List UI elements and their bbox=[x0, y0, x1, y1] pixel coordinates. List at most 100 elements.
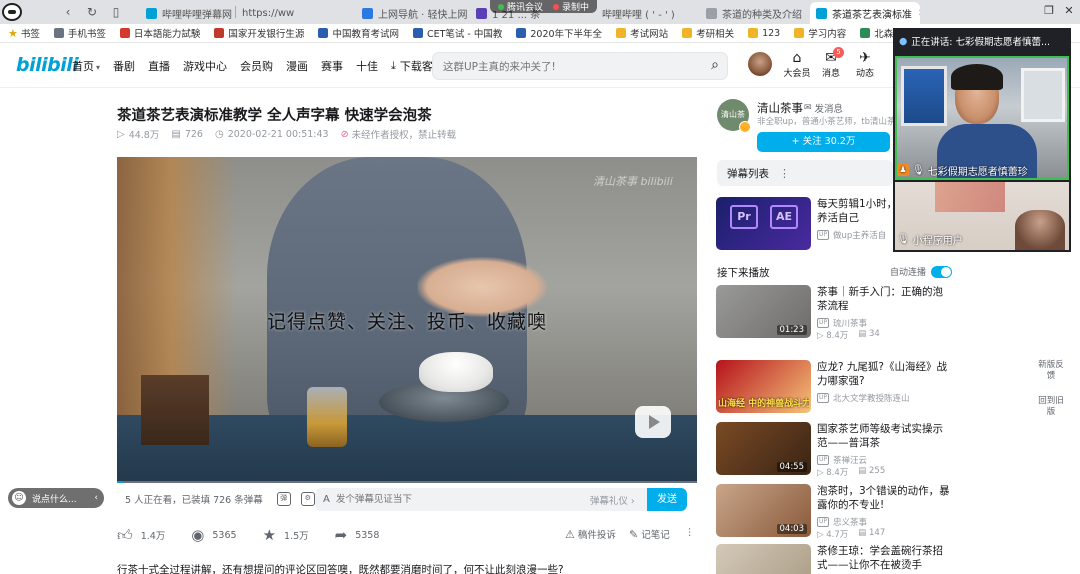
video-thumbnail[interactable]: 04:03 bbox=[716, 484, 811, 537]
up-badge-icon: UP bbox=[817, 455, 830, 465]
tab-tea-types[interactable]: 茶道的种类及介绍 bbox=[700, 2, 808, 24]
back-icon[interactable]: ‹ bbox=[60, 4, 76, 20]
tab-url[interactable]: https://ww bbox=[236, 2, 348, 24]
recommendation-author[interactable]: UP 北大文学教授陈连山 bbox=[817, 392, 910, 404]
danmaku-bar: 5 人正在看，已装填 726 条弹幕 弹 ⚙ A 弹幕礼仪 › 发送 bbox=[117, 484, 697, 514]
bookmark-item[interactable]: 考研相关 bbox=[682, 26, 734, 40]
bookmark-item[interactable]: 学习内容 bbox=[794, 26, 846, 40]
browser-logo-icon[interactable] bbox=[2, 3, 22, 21]
bookmark-item[interactable]: 123 bbox=[748, 28, 780, 39]
messages-button[interactable]: ✉ 5 消息 bbox=[816, 47, 846, 79]
danmaku-count: ▤ 147 bbox=[858, 528, 885, 540]
star-icon: ★ bbox=[262, 526, 277, 544]
dynamic-button[interactable]: ✈ 动态 bbox=[850, 50, 880, 79]
refresh-icon[interactable]: ↻ bbox=[84, 4, 100, 20]
danmaku-count: ▤ 726 bbox=[171, 128, 203, 140]
recommendation-author[interactable]: UP 茶禅汪云 bbox=[817, 454, 867, 466]
nav-anime[interactable]: 番剧 bbox=[113, 58, 135, 74]
chat-pill[interactable]: ☺ 说点什么... ‹ bbox=[8, 488, 104, 508]
tab-bilibili-2[interactable]: 哔哩哔哩 ( ' - ' ) bbox=[596, 2, 696, 24]
view-count-value: 4.7万 bbox=[826, 530, 849, 540]
autoplay-control[interactable]: 自动连播 bbox=[890, 265, 953, 278]
follow-button[interactable]: + 关注 30.2万 bbox=[757, 132, 890, 152]
nav-live[interactable]: 直播 bbox=[148, 58, 170, 74]
video-thumbnail[interactable] bbox=[716, 544, 811, 574]
tab-bilibili-home[interactable]: 哔哩哔哩弹幕网 bbox=[140, 2, 234, 24]
favorite-button[interactable]: ★ 1.5万 bbox=[263, 526, 309, 544]
bookmark-item[interactable]: 手机书签 bbox=[53, 26, 106, 40]
like-button[interactable]: 👍︎ 1.4万 bbox=[117, 526, 165, 545]
video-player[interactable]: 清山茶事 bilibili 记得点赞、关注、投币、收藏噢 bbox=[117, 157, 697, 483]
report-button[interactable]: ⚠ 稿件投诉 bbox=[565, 527, 616, 542]
coin-button[interactable]: ◉ 5365 bbox=[191, 526, 236, 544]
nav-mall[interactable]: 会员购 bbox=[240, 58, 273, 74]
close-window-icon[interactable]: ✕ bbox=[1062, 3, 1076, 19]
bookmark-label: 书签 bbox=[20, 29, 40, 40]
recommendation-title[interactable]: 泡茶时，3个错误的动作，暴露你的不专业! bbox=[817, 484, 952, 512]
up-badge-icon: UP bbox=[817, 230, 830, 240]
bookmark-item[interactable]: 2020年下半年全 bbox=[516, 26, 602, 40]
sidebar-icon[interactable]: ▯ bbox=[108, 4, 124, 20]
tab-active-video[interactable]: 茶道茶艺表演标准 ✕ bbox=[810, 2, 920, 24]
search-input[interactable] bbox=[443, 58, 693, 75]
nav-top-ten[interactable]: 十佳 bbox=[356, 58, 378, 74]
bookmark-item[interactable]: 考试网站 bbox=[616, 26, 668, 40]
author-name: 茶禅汪云 bbox=[833, 456, 868, 466]
danmaku-toggle-icon[interactable]: 弹 bbox=[276, 492, 291, 506]
send-danmaku-button[interactable]: 发送 bbox=[647, 488, 687, 511]
danmaku-settings-icon[interactable]: ⚙ bbox=[300, 492, 315, 506]
bookmarks-star-button[interactable]: ★ 书签 bbox=[8, 26, 40, 41]
danmaku-input[interactable] bbox=[335, 490, 576, 509]
video-thumbnail[interactable]: 山海经 中的神兽战斗力 bbox=[716, 360, 811, 413]
more-icon[interactable]: ⋮ bbox=[779, 167, 790, 180]
recommendation-title[interactable]: 应龙? 九尾狐?《山海经》战力哪家强? bbox=[817, 360, 952, 388]
share-button[interactable]: ➦ 5358 bbox=[335, 526, 380, 544]
uploader-name[interactable]: 清山茶事 bbox=[757, 100, 803, 116]
vip-button[interactable]: ⌂ 大会员 bbox=[782, 50, 812, 79]
danmaku-etiquette-link[interactable]: 弹幕礼仪 › bbox=[590, 493, 635, 507]
video-frame-tea-box bbox=[141, 375, 209, 445]
thumbnail-caption: 山海经 中的神兽战斗力 bbox=[718, 399, 809, 409]
bookmark-item[interactable]: 国家开发银行生源 bbox=[214, 26, 304, 40]
recommendation-author[interactable]: UP 忠义茶事 bbox=[817, 516, 867, 528]
notes-button[interactable]: ✎ 记笔记 bbox=[629, 527, 670, 542]
meeting-status-pill[interactable]: 腾讯会议 录制中 bbox=[490, 0, 598, 13]
author-name: 琉川茶事 bbox=[833, 319, 868, 329]
video-watermark: 清山茶事 bilibili bbox=[593, 175, 673, 188]
recommendation-title[interactable]: 茶事｜新手入门：正确的泡茶流程 bbox=[817, 285, 952, 313]
recommendation-stats: ▷ 8.4万 ▤ 255 bbox=[817, 466, 885, 478]
nav-home[interactable]: 首页 ▾ bbox=[72, 58, 100, 74]
back-to-old-version-button[interactable]: 回到旧版 bbox=[1038, 396, 1064, 418]
restore-window-icon[interactable]: ❐ bbox=[1042, 3, 1056, 19]
close-tab-icon[interactable]: ✕ bbox=[918, 8, 920, 19]
video-thumbnail[interactable]: Pr AE bbox=[716, 197, 811, 250]
bookmark-label: 中国教育考试网 bbox=[332, 29, 399, 40]
more-icon[interactable]: ⋮ bbox=[685, 527, 695, 538]
bookmark-item[interactable]: CET笔试 - 中国教 bbox=[412, 26, 502, 40]
send-message-link[interactable]: ✉ 发消息 bbox=[804, 101, 843, 115]
feedback-button[interactable]: 新版反馈 bbox=[1038, 360, 1064, 382]
recommendation-title[interactable]: 国家茶艺师等级考试实操示范——普洱茶 bbox=[817, 422, 952, 450]
video-thumbnail[interactable]: 04:55 bbox=[716, 422, 811, 475]
bookmark-item[interactable]: 中国教育考试网 bbox=[318, 26, 399, 40]
nav-game-center[interactable]: 游戏中心 bbox=[183, 58, 227, 74]
danmaku-style-icon[interactable]: A bbox=[323, 494, 330, 505]
tab-nav-site[interactable]: 上网导航 · 轻快上网 bbox=[356, 2, 468, 24]
nav-esports[interactable]: 赛事 bbox=[321, 58, 343, 74]
video-progress-bar[interactable] bbox=[117, 481, 697, 483]
nav-manga[interactable]: 漫画 bbox=[286, 58, 308, 74]
bilibili-logo[interactable]: bilibili bbox=[16, 54, 79, 76]
autoplay-switch[interactable] bbox=[931, 265, 953, 278]
meeting-video-panel[interactable]: ● 正在讲话: 七彩假期志愿者慎蕾... ♟ 🎙︎ 七彩假期志愿者慎蕾珍 🎙︎ 小… bbox=[893, 28, 1071, 252]
video-thumbnail[interactable]: 01:23 bbox=[716, 285, 811, 338]
search-icon[interactable]: ⌕ bbox=[711, 57, 719, 73]
recommendation-author[interactable]: UP 琉川茶事 bbox=[817, 317, 867, 329]
author-name: 做up主养活自 bbox=[833, 231, 887, 241]
user-avatar[interactable] bbox=[748, 52, 772, 76]
recommendation-author[interactable]: UP 做up主养活自 bbox=[817, 229, 886, 241]
bookmark-item[interactable]: 日本語能力試験 bbox=[119, 26, 200, 40]
danmaku-list-toggle[interactable]: 弹幕列表 ⋮ bbox=[717, 160, 893, 186]
recommendation-title[interactable]: 茶修王琼：学会盖碗行茶招式——让你不在被烫手 bbox=[817, 544, 952, 572]
play-button-icon[interactable] bbox=[635, 406, 671, 438]
uploader-avatar[interactable]: 清山茶 bbox=[717, 99, 751, 133]
